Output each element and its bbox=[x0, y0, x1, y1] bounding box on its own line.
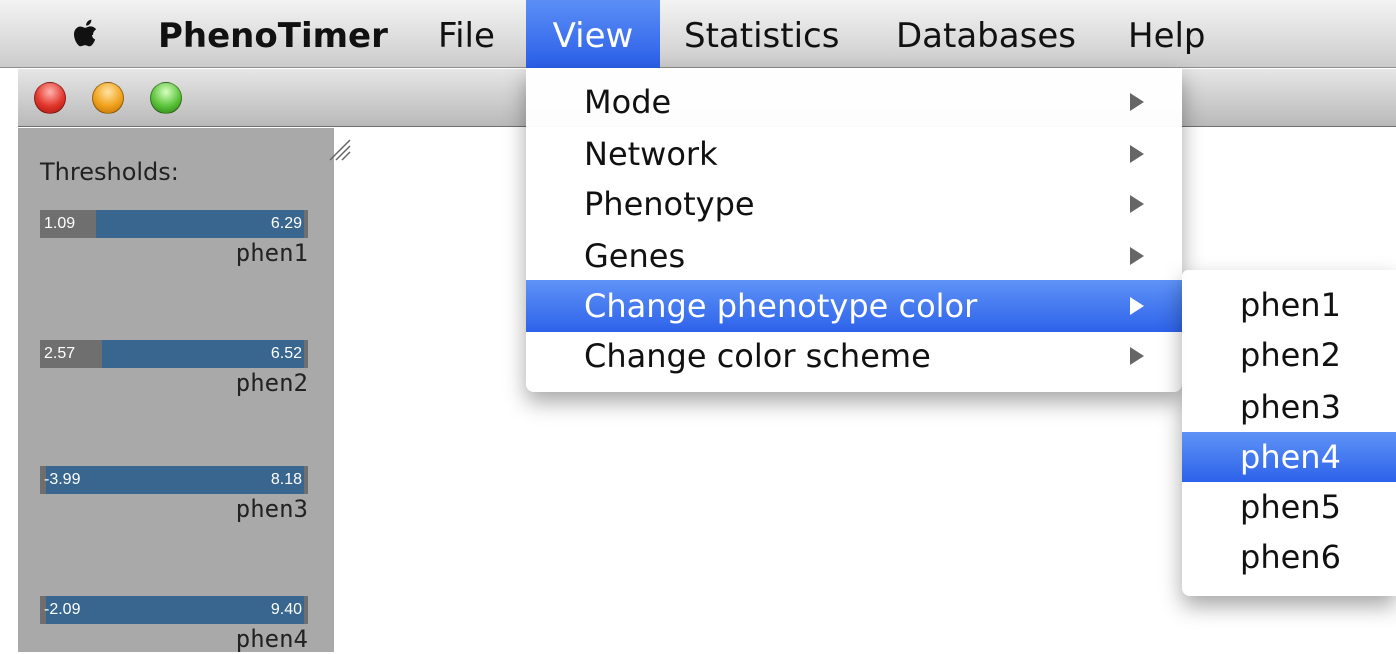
menu-databases[interactable]: Databases bbox=[896, 0, 1076, 68]
menu-help[interactable]: Help bbox=[1128, 0, 1206, 68]
menu-item-label: Change phenotype color bbox=[584, 287, 978, 325]
threshold-slider[interactable]: 2.57 6.52 bbox=[40, 340, 308, 368]
menu-item-change-color-scheme[interactable]: Change color scheme bbox=[526, 330, 1182, 382]
phenotype-name: phen2 bbox=[235, 369, 308, 397]
menu-item-network[interactable]: Network bbox=[526, 128, 1182, 180]
phenotype-color-submenu: phen1 phen2 phen3 phen4 phen5 phen6 bbox=[1182, 270, 1396, 596]
thresholds-panel: Thresholds: 1.09 6.29 phen1 2.57 6.52 ph… bbox=[18, 128, 351, 654]
close-button[interactable] bbox=[34, 82, 66, 114]
app-menu[interactable]: PhenoTimer bbox=[158, 0, 388, 68]
threshold-low-value: 1.09 bbox=[44, 215, 76, 232]
phenotype-name: phen4 bbox=[235, 625, 308, 653]
submenu-item-label: phen3 bbox=[1240, 388, 1341, 426]
resize-grip-icon[interactable] bbox=[328, 138, 352, 162]
menu-item-label: Change color scheme bbox=[584, 337, 931, 375]
submenu-item-phen1[interactable]: phen1 bbox=[1182, 280, 1396, 330]
submenu-item-label: phen2 bbox=[1240, 336, 1341, 374]
phenotype-name: phen1 bbox=[235, 239, 308, 267]
threshold-high-value: 6.29 bbox=[270, 215, 302, 232]
submenu-arrow-icon bbox=[1130, 297, 1144, 315]
threshold-high-value: 9.40 bbox=[270, 601, 302, 618]
slider-high-segment bbox=[304, 340, 308, 368]
zoom-button[interactable] bbox=[150, 82, 182, 114]
threshold-slider[interactable]: 1.09 6.29 bbox=[40, 210, 308, 238]
submenu-item-label: phen1 bbox=[1240, 286, 1341, 324]
menu-view[interactable]: View bbox=[526, 0, 660, 68]
submenu-item-label: phen5 bbox=[1240, 488, 1341, 526]
menu-item-mode[interactable]: Mode bbox=[526, 76, 1182, 128]
threshold-low-value: 2.57 bbox=[44, 345, 76, 362]
menu-bar: PhenoTimer File View Statistics Database… bbox=[0, 0, 1396, 68]
submenu-item-phen6[interactable]: phen6 bbox=[1182, 532, 1396, 582]
submenu-arrow-icon bbox=[1130, 247, 1144, 265]
threshold-high-value: 8.18 bbox=[270, 471, 302, 488]
menu-item-label: Mode bbox=[584, 83, 672, 121]
menu-item-change-phenotype-color[interactable]: Change phenotype color bbox=[526, 280, 1182, 332]
threshold-row: 1.09 6.29 phen1 bbox=[40, 210, 308, 268]
threshold-slider[interactable]: -3.99 8.18 bbox=[40, 466, 308, 494]
submenu-arrow-icon bbox=[1130, 347, 1144, 365]
submenu-arrow-icon bbox=[1130, 195, 1144, 213]
menu-item-label: Phenotype bbox=[584, 185, 755, 223]
apple-logo-icon[interactable] bbox=[66, 14, 106, 54]
submenu-item-label: phen4 bbox=[1240, 438, 1341, 476]
threshold-row: -3.99 8.18 phen3 bbox=[40, 466, 308, 524]
thresholds-label: Thresholds: bbox=[40, 158, 179, 186]
menu-file[interactable]: File bbox=[438, 0, 495, 68]
submenu-item-phen5[interactable]: phen5 bbox=[1182, 482, 1396, 532]
threshold-row: -2.09 9.40 phen4 bbox=[40, 596, 308, 654]
submenu-item-label: phen6 bbox=[1240, 538, 1341, 576]
threshold-low-value: -3.99 bbox=[44, 471, 81, 488]
menu-item-phenotype[interactable]: Phenotype bbox=[526, 178, 1182, 230]
menu-item-genes[interactable]: Genes bbox=[526, 230, 1182, 282]
minimize-button[interactable] bbox=[92, 82, 124, 114]
menu-item-label: Genes bbox=[584, 237, 686, 275]
threshold-slider[interactable]: -2.09 9.40 bbox=[40, 596, 308, 624]
slider-high-segment bbox=[304, 210, 308, 238]
submenu-arrow-icon bbox=[1130, 145, 1144, 163]
threshold-high-value: 6.52 bbox=[270, 345, 302, 362]
view-menu-dropdown: Mode Network Phenotype Genes Change phen… bbox=[526, 68, 1182, 392]
submenu-item-phen3[interactable]: phen3 bbox=[1182, 382, 1396, 432]
submenu-item-phen4[interactable]: phen4 bbox=[1182, 432, 1396, 482]
submenu-item-phen2[interactable]: phen2 bbox=[1182, 330, 1396, 380]
submenu-arrow-icon bbox=[1130, 93, 1144, 111]
threshold-row: 2.57 6.52 phen2 bbox=[40, 340, 308, 398]
slider-high-segment bbox=[304, 596, 308, 624]
menu-statistics[interactable]: Statistics bbox=[684, 0, 839, 68]
threshold-low-value: -2.09 bbox=[44, 601, 81, 618]
slider-high-segment bbox=[304, 466, 308, 494]
phenotype-name: phen3 bbox=[235, 495, 308, 523]
menu-item-label: Network bbox=[584, 135, 718, 173]
